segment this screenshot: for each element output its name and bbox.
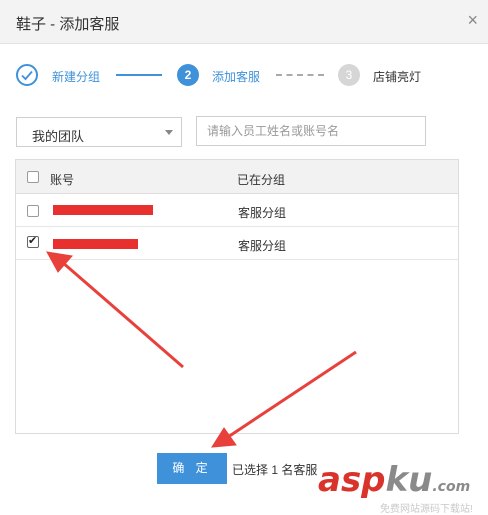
row-group: 客服分组 <box>238 206 287 220</box>
dialog-header: 鞋子 - 添加客服 × <box>0 0 488 44</box>
dialog-title: 鞋子 - 添加客服 <box>16 16 120 33</box>
step-connector-1 <box>116 74 162 76</box>
search-input[interactable] <box>196 116 426 146</box>
chevron-down-icon <box>165 130 173 135</box>
table-header: 账号 已在分组 <box>16 160 458 194</box>
confirm-button[interactable]: 确 定 <box>157 453 227 484</box>
step-2-label: 添加客服 <box>212 70 261 84</box>
team-select[interactable]: 我的团队 <box>16 117 182 147</box>
row-checkbox-checked[interactable] <box>27 234 39 248</box>
column-header-account: 账号 <box>50 173 75 187</box>
watermark-tagline: 免费网站源码下载站! <box>380 504 473 515</box>
row-group: 客服分组 <box>238 239 287 253</box>
row-checkbox[interactable] <box>27 205 39 217</box>
redacted-account-name <box>53 205 153 215</box>
table-row[interactable]: 客服分组 <box>16 227 458 260</box>
selected-count-text: 已选择 1 名客服 <box>232 463 318 477</box>
step-3-label: 店铺亮灯 <box>373 70 422 84</box>
close-icon[interactable]: × <box>467 11 478 29</box>
team-select-value: 我的团队 <box>32 129 85 144</box>
select-all-checkbox[interactable] <box>27 171 39 183</box>
step-3-badge: 3 <box>338 64 360 86</box>
step-1-check-icon <box>16 64 38 86</box>
column-header-group: 已在分组 <box>237 173 286 187</box>
step-1-label: 新建分组 <box>52 70 101 84</box>
staff-table: 账号 已在分组 客服分组 客服分组 <box>15 159 459 434</box>
step-2-badge: 2 <box>177 64 199 86</box>
redacted-account-name <box>53 239 138 249</box>
step-connector-2 <box>276 74 324 76</box>
aspku-watermark-logo: aspku.com 免费网站源码下载站! <box>318 460 473 515</box>
table-row[interactable]: 客服分组 <box>16 194 458 227</box>
